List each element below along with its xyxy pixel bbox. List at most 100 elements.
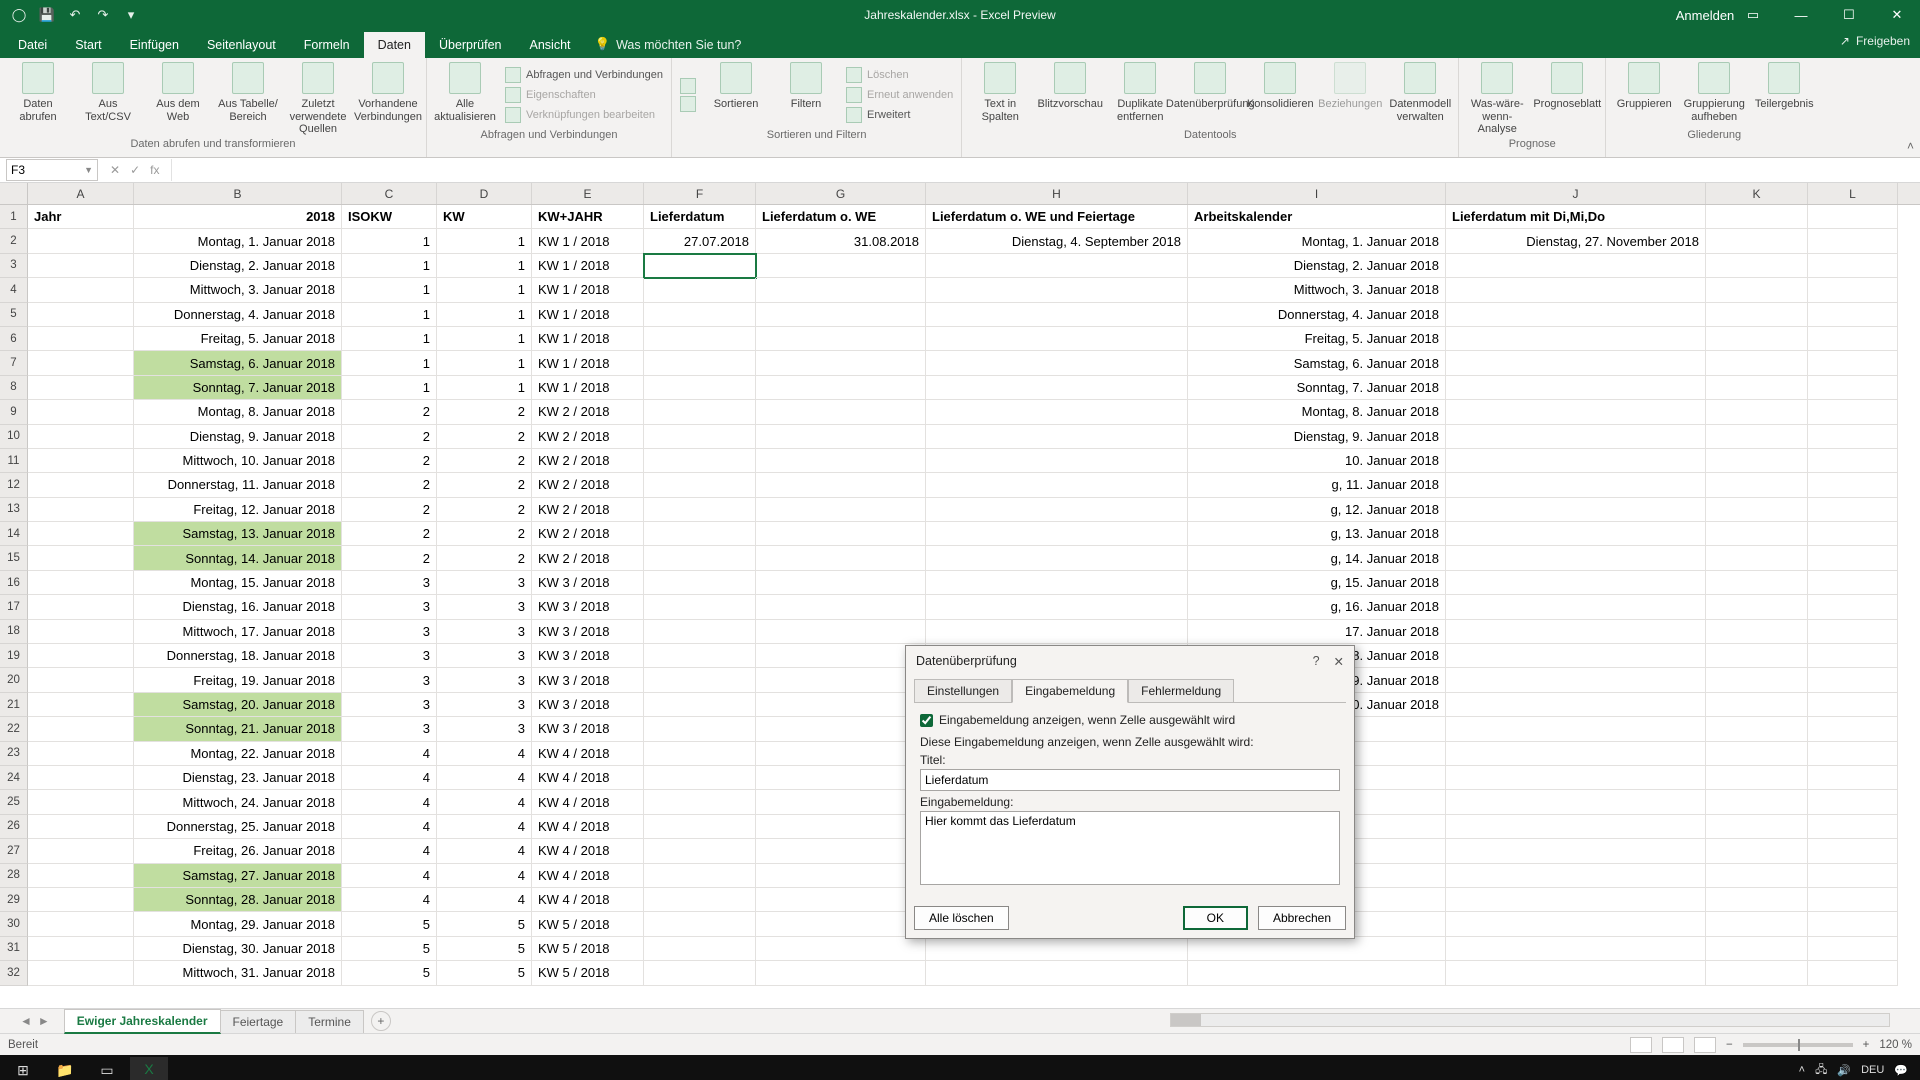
- cell[interactable]: Sonntag, 28. Januar 2018: [134, 888, 342, 912]
- cell[interactable]: [1446, 839, 1706, 863]
- col-header[interactable]: L: [1808, 183, 1898, 204]
- cell[interactable]: Dienstag, 2. Januar 2018: [1188, 254, 1446, 278]
- header-cell[interactable]: Arbeitskalender: [1188, 205, 1446, 229]
- cell[interactable]: [28, 888, 134, 912]
- cell[interactable]: [1706, 571, 1808, 595]
- cell[interactable]: [644, 766, 756, 790]
- cell[interactable]: [28, 400, 134, 424]
- row-header[interactable]: 25: [0, 790, 28, 814]
- cell[interactable]: [756, 864, 926, 888]
- header-cell[interactable]: 2018: [134, 205, 342, 229]
- cell[interactable]: [1446, 888, 1706, 912]
- cell[interactable]: [756, 546, 926, 570]
- cell[interactable]: [644, 400, 756, 424]
- cell[interactable]: 5: [342, 912, 437, 936]
- cell[interactable]: 4: [342, 742, 437, 766]
- row-header[interactable]: 27: [0, 839, 28, 863]
- file-explorer-icon[interactable]: 📁: [46, 1057, 84, 1080]
- cell[interactable]: [1808, 400, 1898, 424]
- cell[interactable]: KW 4 / 2018: [532, 815, 644, 839]
- cell[interactable]: [926, 425, 1188, 449]
- cell[interactable]: [926, 546, 1188, 570]
- cell[interactable]: [1446, 376, 1706, 400]
- cell[interactable]: [28, 425, 134, 449]
- cell[interactable]: KW 4 / 2018: [532, 839, 644, 863]
- tray-sound-icon[interactable]: 🔊: [1837, 1064, 1851, 1077]
- row-header[interactable]: 28: [0, 864, 28, 888]
- header-cell[interactable]: KW+JAHR: [532, 205, 644, 229]
- cell[interactable]: [1808, 327, 1898, 351]
- tab-ansicht[interactable]: Ansicht: [516, 32, 585, 58]
- row-header[interactable]: 9: [0, 400, 28, 424]
- cell[interactable]: [644, 668, 756, 692]
- cell[interactable]: [28, 498, 134, 522]
- cell[interactable]: 2: [437, 498, 532, 522]
- cell[interactable]: [1706, 522, 1808, 546]
- cell[interactable]: [1706, 937, 1808, 961]
- cell[interactable]: 4: [437, 742, 532, 766]
- cmd-alle-aktualisieren[interactable]: Alle aktualisieren: [435, 62, 495, 127]
- cell[interactable]: [28, 620, 134, 644]
- cmd-gruppieren[interactable]: Gruppieren: [1614, 62, 1674, 127]
- cell[interactable]: [1808, 864, 1898, 888]
- cell[interactable]: 4: [342, 815, 437, 839]
- cell[interactable]: [1706, 546, 1808, 570]
- cmd-daten-abrufen[interactable]: Daten abrufen: [8, 62, 68, 136]
- cmd-datenmodell[interactable]: Datenmodell verwalten: [1390, 62, 1450, 127]
- cell[interactable]: KW 5 / 2018: [532, 961, 644, 985]
- cell[interactable]: [1706, 400, 1808, 424]
- cell[interactable]: [756, 595, 926, 619]
- start-menu-icon[interactable]: ⊞: [4, 1057, 42, 1080]
- cell[interactable]: [926, 473, 1188, 497]
- zoom-slider[interactable]: [1743, 1043, 1853, 1047]
- cell[interactable]: 3: [342, 571, 437, 595]
- cell[interactable]: [1706, 644, 1808, 668]
- cell[interactable]: KW 2 / 2018: [532, 546, 644, 570]
- cell[interactable]: Montag, 15. Januar 2018: [134, 571, 342, 595]
- clear-all-button[interactable]: Alle löschen: [914, 906, 1009, 930]
- tab-formeln[interactable]: Formeln: [290, 32, 364, 58]
- col-header[interactable]: G: [756, 183, 926, 204]
- row-header[interactable]: 13: [0, 498, 28, 522]
- cell[interactable]: 3: [342, 644, 437, 668]
- cell[interactable]: Dienstag, 16. Januar 2018: [134, 595, 342, 619]
- cell[interactable]: [644, 425, 756, 449]
- ok-button[interactable]: OK: [1183, 906, 1248, 930]
- tell-me-search[interactable]: 💡 Was möchten Sie tun?: [585, 31, 752, 58]
- cell[interactable]: [756, 742, 926, 766]
- cell[interactable]: [756, 278, 926, 302]
- row-header[interactable]: 14: [0, 522, 28, 546]
- cell[interactable]: [644, 839, 756, 863]
- cell[interactable]: [1188, 961, 1446, 985]
- cell[interactable]: g, 13. Januar 2018: [1188, 522, 1446, 546]
- col-header[interactable]: H: [926, 183, 1188, 204]
- cell[interactable]: 1: [342, 303, 437, 327]
- cell[interactable]: [926, 254, 1188, 278]
- cell[interactable]: [1446, 522, 1706, 546]
- cell[interactable]: [1808, 595, 1898, 619]
- cell[interactable]: [1706, 815, 1808, 839]
- cmd-prognoseblatt[interactable]: Prognoseblatt: [1537, 62, 1597, 136]
- cell[interactable]: Donnerstag, 11. Januar 2018: [134, 473, 342, 497]
- cell[interactable]: Dienstag, 27. November 2018: [1446, 229, 1706, 253]
- cell[interactable]: g, 16. Januar 2018: [1188, 595, 1446, 619]
- row-header[interactable]: 12: [0, 473, 28, 497]
- cell[interactable]: [644, 644, 756, 668]
- cell[interactable]: 2: [342, 473, 437, 497]
- cell[interactable]: KW 1 / 2018: [532, 303, 644, 327]
- cell[interactable]: 5: [437, 912, 532, 936]
- header-cell[interactable]: Lieferdatum o. WE und Feiertage: [926, 205, 1188, 229]
- cell[interactable]: [1188, 937, 1446, 961]
- row-header[interactable]: 6: [0, 327, 28, 351]
- cell[interactable]: 2: [437, 546, 532, 570]
- zoom-out-icon[interactable]: −: [1726, 1039, 1733, 1051]
- cell[interactable]: Freitag, 5. Januar 2018: [134, 327, 342, 351]
- row-header[interactable]: 10: [0, 425, 28, 449]
- tray-network-icon[interactable]: 🖧: [1815, 1061, 1827, 1080]
- save-icon[interactable]: 💾: [38, 6, 56, 24]
- cmd-teilergebnis[interactable]: Teilergebnis: [1754, 62, 1814, 127]
- col-header[interactable]: F: [644, 183, 756, 204]
- header-cell[interactable]: [1706, 205, 1808, 229]
- cell[interactable]: [644, 522, 756, 546]
- cell[interactable]: [1446, 644, 1706, 668]
